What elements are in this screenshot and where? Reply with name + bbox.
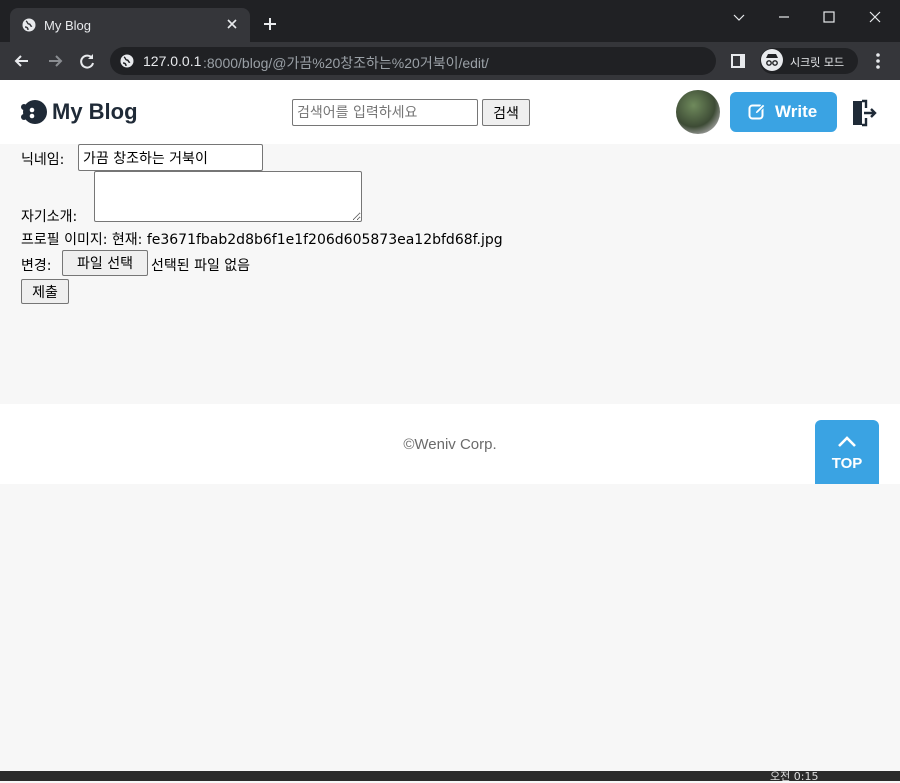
back-icon[interactable] [12, 51, 32, 71]
tab-title: My Blog [44, 18, 91, 33]
reload-icon[interactable] [77, 51, 97, 71]
change-label: 변경: [21, 258, 52, 274]
search-input[interactable] [292, 99, 478, 126]
write-label: Write [775, 102, 818, 121]
browser-tab[interactable]: My Blog [10, 8, 250, 42]
plus-icon[interactable] [262, 16, 278, 32]
window-close-icon[interactable] [860, 6, 890, 28]
os-taskbar: 오전 0:15 [0, 771, 900, 782]
logo-mark-icon [21, 100, 47, 124]
forward-icon[interactable] [45, 51, 65, 71]
address-bar[interactable]: 127.0.0.1 :8000/blog/@가끔%20창조하는%20거북이/ed… [110, 47, 716, 75]
file-select-button[interactable]: 파일 선택 [62, 250, 148, 276]
logo-text: My Blog [52, 99, 138, 124]
pencil-icon [748, 103, 766, 120]
globe-icon [22, 18, 36, 32]
chevron-up-icon [838, 436, 856, 447]
submit-button[interactable]: 제출 [21, 279, 69, 304]
minimize-icon[interactable] [769, 6, 799, 28]
bio-label: 자기소개: [21, 209, 78, 225]
side-panel-icon[interactable] [731, 54, 745, 68]
top-button[interactable]: TOP [815, 420, 879, 484]
url-host: 127.0.0.1 [143, 53, 202, 69]
write-button[interactable]: Write [730, 92, 837, 132]
incognito-label: 시크릿 모드 [790, 56, 845, 69]
top-label: TOP [831, 455, 863, 472]
incognito-badge[interactable]: 시크릿 모드 [760, 48, 858, 74]
site-footer: ©Weniv Corp. TOP [0, 404, 900, 484]
no-file-text: 선택된 파일 없음 [151, 258, 251, 274]
url-path: :8000/blog/@가끔%20창조하는%20거북이/edit/ [203, 55, 489, 71]
profile-image-label: 프로필 이미지: 현재: fe3671fbab2d8b6f1e1f206d605… [21, 232, 503, 248]
incognito-icon [761, 49, 783, 71]
bio-textarea[interactable] [94, 171, 362, 222]
logout-icon[interactable] [851, 99, 877, 127]
search-button[interactable]: 검색 [482, 99, 530, 126]
copyright-text: ©Weniv Corp. [403, 436, 497, 453]
chevron-down-icon[interactable] [724, 6, 754, 28]
more-menu-icon[interactable] [870, 52, 886, 70]
maximize-icon[interactable] [814, 6, 844, 28]
site-header: My Blog 검색 Write [0, 80, 900, 144]
close-icon[interactable] [224, 16, 240, 32]
browser-titlebar: My Blog [0, 0, 900, 42]
nickname-label: 닉네임: [21, 152, 65, 168]
avatar[interactable] [676, 90, 720, 134]
nickname-input[interactable] [78, 144, 263, 171]
site-info-icon[interactable] [120, 54, 134, 68]
browser-toolbar: 127.0.0.1 :8000/blog/@가끔%20창조하는%20거북이/ed… [0, 42, 900, 80]
